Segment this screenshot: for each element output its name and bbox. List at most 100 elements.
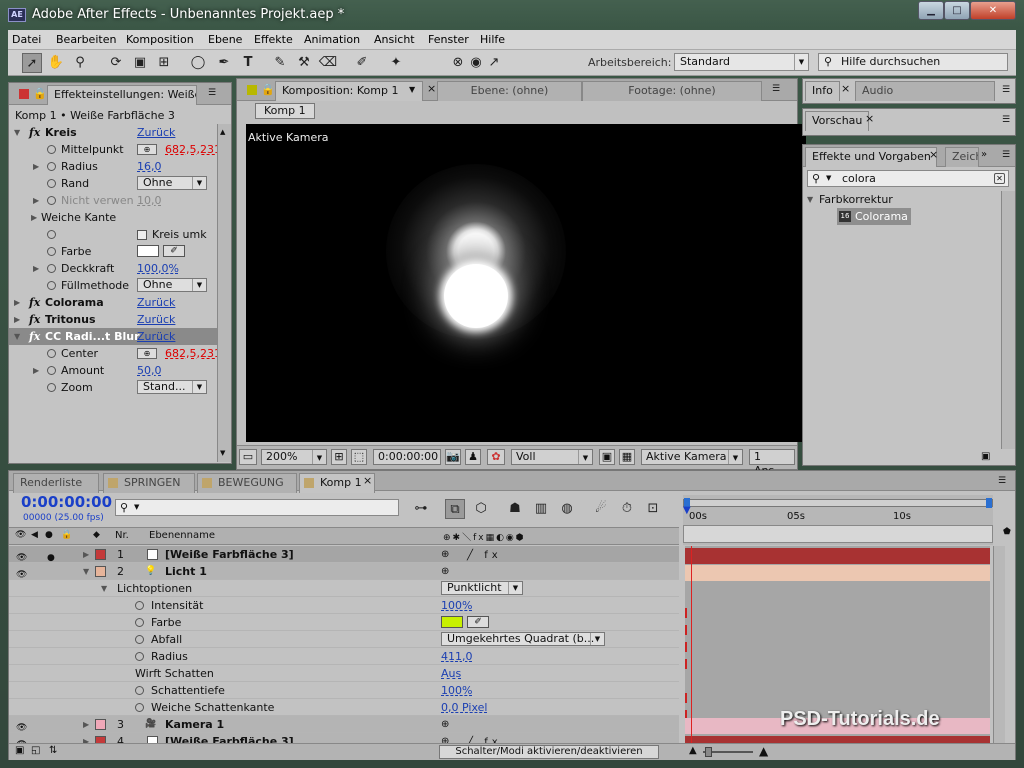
tab-info[interactable]: Info [805,81,840,101]
tab-bewegung[interactable]: BEWEGUNG [197,473,297,493]
brainstorm-icon[interactable]: ☄ [591,499,611,519]
layer-name[interactable]: Licht 1 [165,563,207,580]
close-tab-icon[interactable]: × [363,474,372,487]
comp-mini-flowchart-icon[interactable]: ⊶ [411,499,431,519]
view-axis-icon[interactable]: ↗ [484,53,504,73]
clone-stamp-tool-icon[interactable]: ⚒ [294,53,314,73]
tab-audio[interactable]: Audio [855,81,995,101]
hand-tool-icon[interactable]: ✋ [46,53,66,73]
live-update-icon[interactable]: ⧉ [445,499,465,519]
expand-triangle-icon[interactable]: ▶ [33,158,39,175]
layer-bar-1[interactable] [685,548,990,564]
transparency-grid-icon[interactable]: ▦ [619,449,635,465]
layer-row[interactable]: 👁 ▶ 3 🎥 Kamera 1 ⊕ [9,716,679,733]
work-area-end-handle[interactable] [986,498,992,508]
menu-item[interactable]: Datei [12,33,41,46]
work-area-bar[interactable] [683,498,993,508]
eyedropper-icon[interactable]: ✐ [467,616,489,628]
expand-triangle-icon[interactable]: ▶ [33,260,39,277]
stopwatch-icon[interactable] [47,349,56,358]
menu-item[interactable]: Ansicht [374,33,415,46]
world-axis-icon[interactable]: ◉ [466,53,486,73]
expand-triangle-icon[interactable]: ▼ [83,563,89,580]
stopwatch-icon[interactable] [47,196,56,205]
stopwatch-icon[interactable] [47,162,56,171]
resolution-select[interactable]: Voll ▼ [511,449,593,465]
reset-link[interactable]: Zurück [137,294,175,311]
expand-triangle-icon[interactable]: ▼ [14,124,20,141]
video-eye-icon[interactable]: 👁 [15,530,26,540]
expand-triangle-icon[interactable]: ▼ [101,580,107,597]
stopwatch-icon[interactable] [135,601,144,610]
property-value[interactable]: 10,0 [137,192,162,209]
toggle-switches-modes-button[interactable]: Schalter/Modi aktivieren/deaktivieren [439,745,659,759]
channel-icon[interactable]: ✿ [487,449,505,465]
grid-icon[interactable]: ⊞ [331,449,347,465]
layer-switches-toggle-icon[interactable]: ▣ [15,745,24,756]
camera-tool-icon[interactable]: ▣ [130,53,150,73]
panel-menu-icon[interactable]: ☰ [999,150,1013,161]
view-layout-select[interactable]: 1 Ans... [749,449,795,477]
fx-icon[interactable]: fx [29,328,40,345]
timeline-zoom-slider[interactable] [703,747,753,757]
menu-item[interactable]: Bearbeiten [56,33,116,46]
effect-header[interactable]: ▶ fx Tritonus Zurück [9,311,217,328]
shy-switch-icon[interactable]: ⊕ [441,716,449,733]
tab-footage[interactable]: Footage: (ohne) [582,81,762,101]
zoom-out-icon[interactable]: ▲ [689,745,697,756]
property-value[interactable]: 682,5,231 [165,345,221,362]
panel-menu-icon[interactable]: ☰ [999,85,1013,96]
menu-item[interactable]: Animation [304,33,360,46]
menu-item[interactable]: Hilfe [480,33,505,46]
property-value[interactable]: 100% [441,597,472,614]
graph-editor-icon[interactable]: ⊡ [643,499,663,519]
expand-triangle-icon[interactable]: ▶ [31,209,37,226]
scrollbar[interactable] [1001,191,1015,449]
layer-property-row[interactable]: ▼ Lichtoptionen Punktlicht ▼ [9,580,679,597]
ellipse-tool-icon[interactable]: ◯ [188,53,208,73]
effect-property[interactable]: Kreis umk [9,226,217,243]
effect-property[interactable]: Mittelpunkt ⊕ 682,5,231 [9,141,221,158]
tab-preview[interactable]: Vorschau [805,111,870,131]
tab-render-queue[interactable]: Renderliste [13,473,99,493]
shy-switch-icon[interactable]: ⊕ [441,563,449,580]
mask-visibility-icon[interactable]: ⬚ [351,449,367,465]
chevron-down-icon[interactable]: ▼ [409,85,415,94]
checkbox[interactable] [137,230,147,240]
effect-property[interactable]: ▶ Deckkraft 100,0% [9,260,217,277]
layer-row[interactable]: 👁 ▼ 2 💡 Licht 1 ⊕ [9,563,679,580]
effect-property[interactable]: Zoom Stand... ▼ [9,379,217,396]
expand-triangle-icon[interactable]: ▶ [33,192,39,209]
effect-header[interactable]: ▼ fx CC Radi...t Blur Zurück [9,328,217,345]
expand-triangle-icon[interactable]: ▼ [14,328,20,345]
selection-tool-icon[interactable]: ➚ [22,53,42,73]
property-dropdown[interactable]: Stand... ▼ [137,380,207,394]
property-value[interactable]: 50,0 [137,362,162,379]
stopwatch-icon[interactable] [47,281,56,290]
effect-property[interactable]: Center ⊕ 682,5,231 [9,345,221,362]
text-tool-icon[interactable]: T [238,53,258,73]
panel-overflow-icon[interactable]: » [981,149,987,160]
effect-property[interactable]: ▶ Nicht verwen 10,0 [9,192,217,209]
effect-property[interactable]: ▶ Radius 16,0 [9,158,217,175]
expand-triangle-icon[interactable]: ▶ [14,311,20,328]
property-value[interactable]: 100% [441,682,472,699]
modes-toggle-icon[interactable]: ◱ [31,745,40,756]
snapshot-icon[interactable]: 📷 [445,449,461,465]
panel-menu-icon[interactable]: ☰ [205,88,219,99]
current-time-display[interactable]: 0:00:00:00 [21,493,112,511]
stopwatch-icon[interactable] [47,247,56,256]
pen-tool-icon[interactable]: ✒ [214,53,234,73]
layer-search-input[interactable]: ⚲ ▼ [115,499,399,516]
solo-icon[interactable]: ● [45,530,53,540]
effect-header[interactable]: ▶ fx Colorama Zurück [9,294,217,311]
hide-shy-layers-icon[interactable]: ☗ [505,499,525,519]
stopwatch-icon[interactable] [47,230,56,239]
auto-keyframe-icon[interactable]: ⏱ [617,499,637,519]
scrollbar[interactable]: ▲ ▼ [217,124,231,462]
tree-category-color-correction[interactable]: ▼ Farbkorrektur [803,191,999,208]
crosshair-icon[interactable]: ⊕ [137,348,157,359]
region-of-interest-icon[interactable]: ▣ [599,449,615,465]
lock-icon[interactable]: 🔒 [261,83,275,96]
effect-property[interactable]: Füllmethode Ohne ▼ [9,277,217,294]
